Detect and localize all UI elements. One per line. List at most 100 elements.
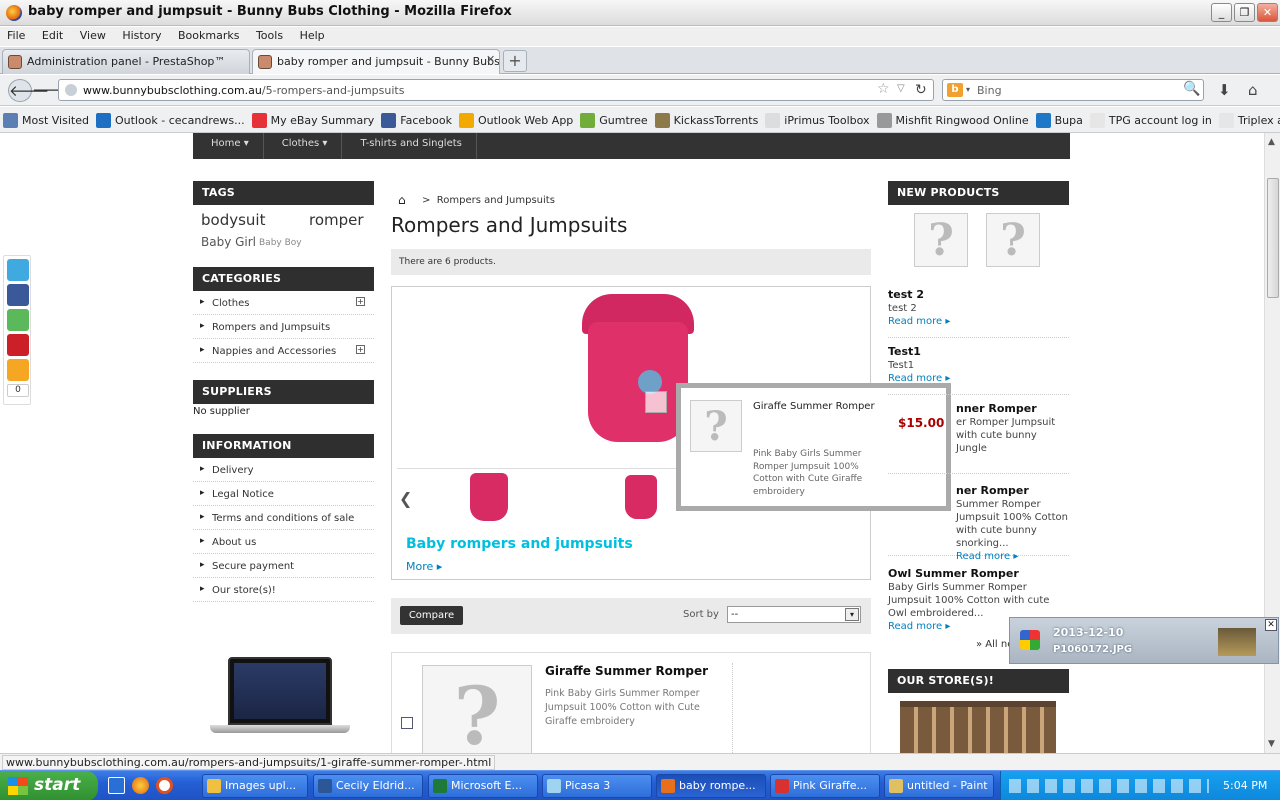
info-delivery[interactable]: Delivery xyxy=(193,458,374,482)
compare-button[interactable]: Compare xyxy=(400,606,463,625)
new-tab-button[interactable]: + xyxy=(503,50,527,72)
media-player-icon[interactable] xyxy=(156,777,173,794)
nav-tshirts[interactable]: T-shirts and Singlets xyxy=(342,133,477,159)
bookmark-item[interactable]: Outlook Web App xyxy=(456,107,577,132)
search-input[interactable]: Bing xyxy=(977,84,1002,97)
info-stores[interactable]: Our store(s)! xyxy=(193,578,374,602)
picasa-notification[interactable]: 2013-12-10 P1060172.JPG ✕ xyxy=(1009,617,1279,664)
zoom-icon[interactable] xyxy=(645,391,667,413)
bookmark-item[interactable]: Outlook - cecandrews... xyxy=(93,107,249,132)
tray-icons[interactable] xyxy=(1009,779,1209,793)
laptop-ad-image[interactable] xyxy=(210,655,350,735)
compare-checkbox[interactable] xyxy=(401,717,413,729)
new-product-image-1[interactable]: ? xyxy=(914,213,968,267)
addthis-icon[interactable] xyxy=(7,359,29,381)
home-icon[interactable]: ⌂ xyxy=(398,193,406,207)
url-dropdown-icon[interactable]: ▽ xyxy=(897,83,905,94)
thumb-romper-1[interactable] xyxy=(470,473,508,521)
read-more-link[interactable]: Read more ▸ xyxy=(888,373,950,384)
menu-view[interactable]: View xyxy=(73,27,112,42)
menu-history[interactable]: History xyxy=(115,27,167,42)
scroll-up-icon[interactable]: ▲ xyxy=(1268,137,1275,147)
menu-file[interactable]: File xyxy=(0,27,31,42)
bing-icon[interactable]: b xyxy=(947,83,963,97)
search-icon[interactable]: 🔍 xyxy=(1183,81,1200,97)
bookmark-item[interactable]: Bupa xyxy=(1033,107,1087,132)
close-icon[interactable]: ✕ xyxy=(1265,619,1277,631)
scroll-thumb[interactable] xyxy=(1267,178,1279,298)
start-button[interactable]: start xyxy=(0,771,98,800)
taskbar-item[interactable]: Picasa 3 xyxy=(542,774,652,798)
tab-admin[interactable]: Administration panel - PrestaShop™ xyxy=(2,49,250,74)
taskbar-item[interactable]: untitled - Paint xyxy=(884,774,994,798)
slider-caption[interactable]: Baby rompers and jumpsuits xyxy=(406,536,633,552)
scroll-down-icon[interactable]: ▼ xyxy=(1268,739,1275,749)
bookmark-item[interactable]: Most Visited xyxy=(0,107,93,132)
tab-close-icon[interactable]: ✕ xyxy=(486,53,495,66)
store-image[interactable] xyxy=(900,701,1056,753)
menu-bookmarks[interactable]: Bookmarks xyxy=(171,27,245,42)
bookmark-item[interactable]: My eBay Summary xyxy=(249,107,379,132)
maximize-button[interactable]: ❐ xyxy=(1234,3,1255,22)
search-bar[interactable]: b ▾ Bing 🔍 xyxy=(942,79,1204,101)
tag-romper[interactable]: romper xyxy=(309,211,364,229)
menu-tools[interactable]: Tools xyxy=(249,27,289,42)
bookmark-item[interactable]: TPG account log in xyxy=(1087,107,1216,132)
slider-prev-icon[interactable]: ❮ xyxy=(399,489,412,508)
bookmark-item[interactable]: KickassTorrents xyxy=(652,107,763,132)
bookmark-item[interactable]: Gumtree xyxy=(577,107,651,132)
taskbar-item[interactable]: baby rompe... xyxy=(656,774,766,798)
info-legal[interactable]: Legal Notice xyxy=(193,482,374,506)
bookmark-star-icon[interactable]: ☆ xyxy=(877,81,890,97)
bookmark-item[interactable]: Facebook xyxy=(378,107,456,132)
menu-help[interactable]: Help xyxy=(293,27,331,42)
expand-icon[interactable]: + xyxy=(356,297,365,306)
close-button[interactable]: ✕ xyxy=(1257,3,1278,22)
info-secure[interactable]: Secure payment xyxy=(193,554,374,578)
new-product-name[interactable]: test 2 xyxy=(888,288,924,301)
thumb-romper-2[interactable] xyxy=(625,475,657,519)
engine-dropdown-icon[interactable]: ▾ xyxy=(966,85,970,94)
menu-edit[interactable]: Edit xyxy=(35,27,69,42)
bookmark-item[interactable]: iPrimus Toolbox xyxy=(762,107,873,132)
bookmark-item[interactable]: Mishfit Ringwood Online xyxy=(874,107,1033,132)
info-about[interactable]: About us xyxy=(193,530,374,554)
tag-baby-girl[interactable]: Baby Girl xyxy=(201,235,256,249)
new-product-name[interactable]: Owl Summer Romper xyxy=(888,567,1019,580)
all-new-products-link[interactable]: » All ne xyxy=(976,639,1013,650)
taskbar-item[interactable]: Images upl... xyxy=(202,774,308,798)
bookmark-item[interactable]: Triplex anti-parasite ti... xyxy=(1216,107,1280,132)
new-product-name[interactable]: Test1 xyxy=(888,345,921,358)
new-product-name[interactable]: ner Romper xyxy=(956,484,1029,497)
category-nappies[interactable]: Nappies and Accessories+ xyxy=(193,339,374,363)
site-identity-icon[interactable] xyxy=(65,84,77,96)
email-icon[interactable] xyxy=(7,309,29,331)
tab-bunnybubs[interactable]: baby romper and jumpsuit - Bunny Bubs ..… xyxy=(252,49,500,74)
nav-home[interactable]: Home ▾ xyxy=(193,133,264,159)
tag-bodysuit[interactable]: bodysuit xyxy=(201,211,265,229)
popup-image[interactable]: ? xyxy=(690,400,742,452)
product-image[interactable]: ? xyxy=(422,665,532,753)
popup-name[interactable]: Giraffe Summer Romper xyxy=(753,401,875,412)
taskbar-item[interactable]: Microsoft E... xyxy=(428,774,538,798)
category-rompers[interactable]: Rompers and Jumpsuits xyxy=(193,315,374,339)
new-product-image-2[interactable]: ? xyxy=(986,213,1040,267)
forward-button[interactable]: 🡒 xyxy=(32,79,72,102)
tag-baby-boy[interactable]: Baby Boy xyxy=(259,238,302,248)
firefox-launch-icon[interactable] xyxy=(132,777,149,794)
facebook-icon[interactable] xyxy=(7,284,29,306)
chevron-down-icon[interactable]: ▾ xyxy=(845,608,859,621)
read-more-link[interactable]: Read more ▸ xyxy=(956,551,1018,562)
reload-icon[interactable]: ↻ xyxy=(915,82,927,98)
clock[interactable]: 5:04 PM xyxy=(1223,779,1267,792)
expand-icon[interactable]: + xyxy=(356,345,365,354)
taskbar-item[interactable]: Cecily Eldrid... xyxy=(313,774,423,798)
home-icon[interactable]: ⌂ xyxy=(1248,81,1258,99)
category-clothes[interactable]: Clothes+ xyxy=(193,291,374,315)
product-name[interactable]: Giraffe Summer Romper xyxy=(545,664,708,678)
read-more-link[interactable]: Read more ▸ xyxy=(888,621,950,632)
slider-more-link[interactable]: More ▸ xyxy=(406,560,442,573)
sort-select[interactable]: -- ▾ xyxy=(727,606,861,623)
info-terms[interactable]: Terms and conditions of sale xyxy=(193,506,374,530)
taskbar-item[interactable]: Pink Giraffe... xyxy=(770,774,880,798)
